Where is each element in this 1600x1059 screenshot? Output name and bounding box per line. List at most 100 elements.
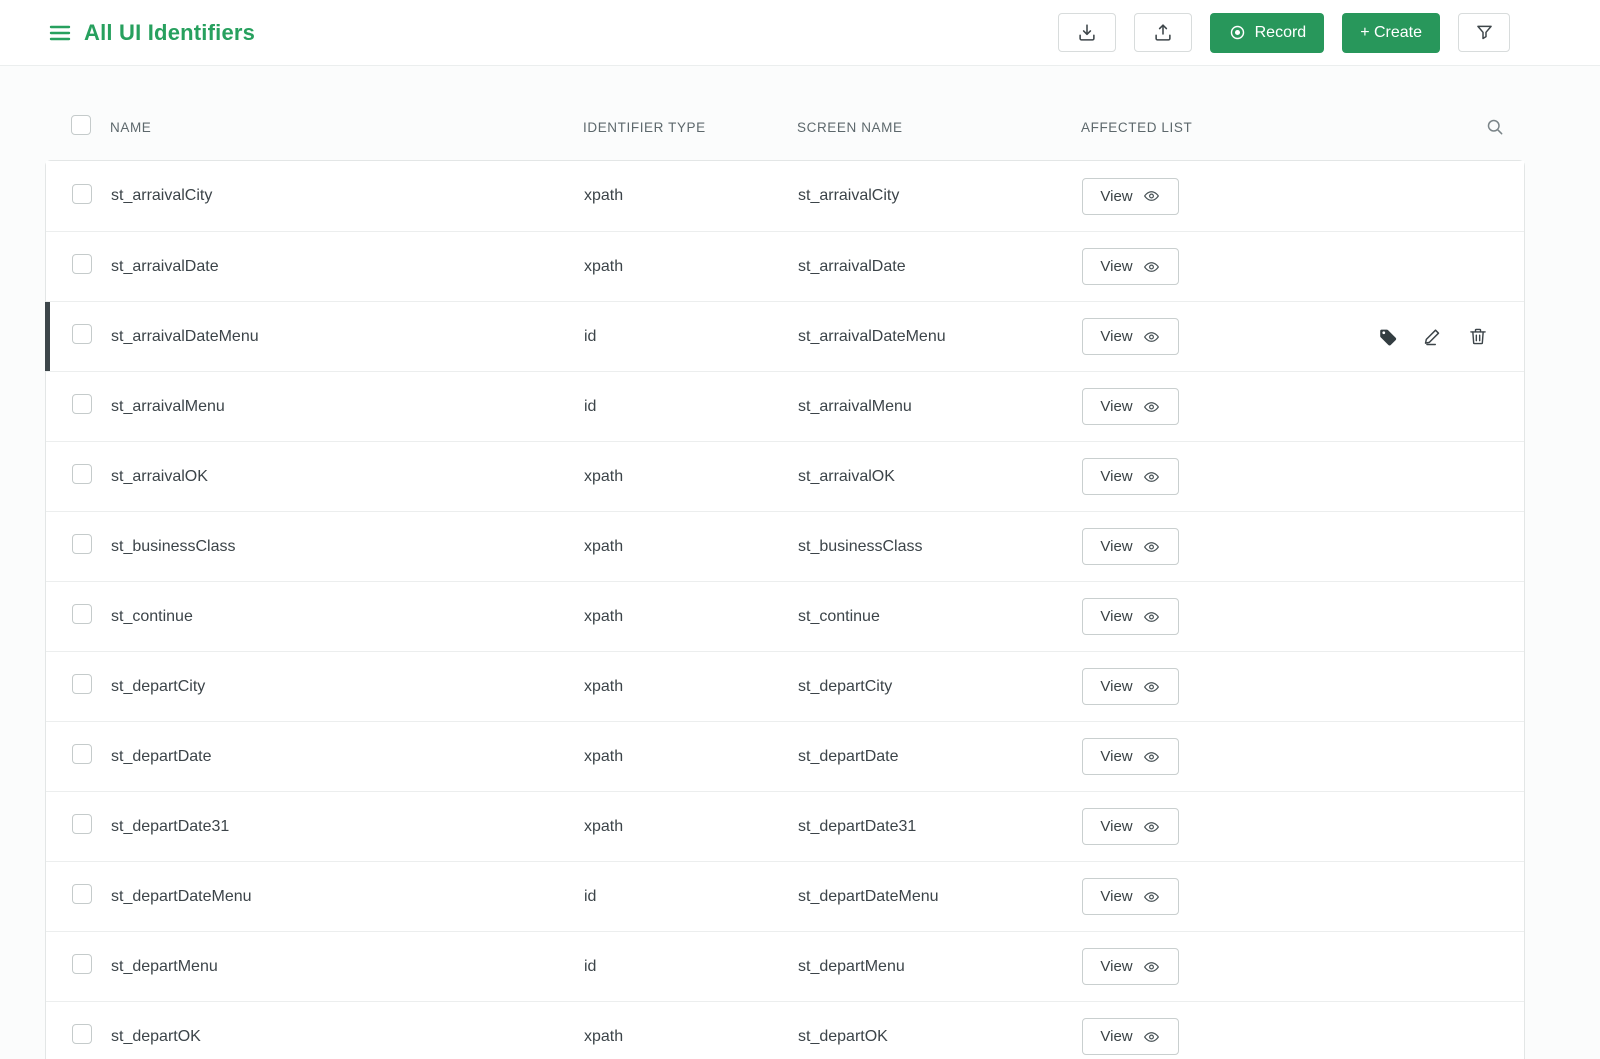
table-row[interactable]: st_departDate31 xpath st_departDate31 Vi… [46, 791, 1524, 861]
search-button[interactable] [1485, 117, 1505, 137]
eye-icon [1143, 611, 1159, 622]
row-checkbox[interactable] [72, 674, 92, 694]
checkbox-cell [46, 814, 111, 839]
row-checkbox[interactable] [72, 604, 92, 624]
menu-icon[interactable] [48, 21, 72, 45]
edit-icon [1424, 329, 1440, 346]
column-identifier-type: IDENTIFIER TYPE [583, 119, 706, 135]
view-button-label: View [1100, 888, 1133, 905]
table-row[interactable]: st_departCity xpath st_departCity View [46, 651, 1524, 721]
identifier-type: id [584, 327, 597, 345]
identifier-type: xpath [584, 187, 624, 204]
create-button[interactable]: + Create [1342, 12, 1440, 53]
row-checkbox[interactable] [72, 884, 92, 904]
affected-list-cell: View [1082, 458, 1524, 495]
view-button[interactable]: View [1082, 738, 1179, 775]
affected-list-cell: View [1082, 318, 1524, 355]
topbar-actions: Record + Create [1057, 12, 1510, 53]
table-row[interactable]: st_arraivalCity xpath st_arraivalCity Vi… [46, 161, 1524, 231]
affected-list-cell: View [1082, 388, 1524, 425]
eye-icon [1143, 401, 1159, 412]
view-button-label: View [1100, 538, 1133, 555]
checkbox-cell [46, 254, 111, 279]
hamburger-icon [49, 25, 71, 40]
delete-button[interactable] [1468, 326, 1488, 347]
view-button-label: View [1100, 187, 1133, 205]
view-button-label: View [1100, 468, 1133, 485]
identifier-type: xpath [584, 537, 624, 555]
row-checkbox[interactable] [72, 464, 92, 484]
screen-name: st_arraivalDateMenu [798, 327, 946, 345]
view-button[interactable]: View [1082, 878, 1179, 915]
screen-name: st_arraivalDate [798, 257, 906, 275]
tag-button[interactable] [1377, 326, 1399, 348]
affected-list-cell: View [1082, 598, 1524, 635]
table-row[interactable]: st_arraivalDate xpath st_arraivalDate Vi… [46, 231, 1524, 301]
view-button[interactable]: View [1082, 528, 1179, 565]
row-checkbox[interactable] [72, 254, 92, 274]
checkbox-cell [46, 1024, 111, 1049]
row-checkbox[interactable] [72, 744, 92, 764]
screen-name: st_businessClass [798, 537, 923, 555]
identifier-name: st_arraivalMenu [111, 397, 225, 415]
affected-list-cell: View [1082, 668, 1524, 705]
checkbox-cell [46, 604, 111, 629]
edit-button[interactable] [1423, 326, 1444, 347]
publish-button[interactable] [1133, 13, 1192, 52]
view-button[interactable]: View [1082, 388, 1179, 425]
column-screen-name: SCREEN NAME [797, 119, 903, 135]
import-button[interactable] [1057, 13, 1116, 52]
page-title: All UI Identifiers [84, 19, 256, 45]
screen-name: st_departDateMenu [798, 887, 939, 905]
checkbox-cell [46, 324, 111, 349]
eye-icon [1143, 471, 1159, 482]
row-checkbox[interactable] [72, 324, 92, 344]
view-button[interactable]: View [1082, 948, 1179, 985]
checkbox-cell [46, 884, 111, 909]
table-row[interactable]: st_businessClass xpath st_businessClass … [46, 511, 1524, 581]
eye-icon [1143, 331, 1159, 342]
affected-list-cell: View [1082, 528, 1524, 565]
identifier-name: st_arraivalCity [111, 187, 213, 204]
table-row[interactable]: st_continue xpath st_continue View [46, 581, 1524, 651]
table-row[interactable]: st_arraivalOK xpath st_arraivalOK View [46, 441, 1524, 511]
view-button[interactable]: View [1082, 598, 1179, 635]
view-button[interactable]: View [1082, 177, 1179, 215]
eye-icon [1143, 891, 1159, 902]
record-button[interactable]: Record [1209, 12, 1325, 53]
table-row[interactable]: st_departMenu id st_departMenu View [46, 931, 1524, 1001]
eye-icon [1143, 821, 1159, 832]
identifier-name: st_arraivalDate [111, 257, 219, 275]
affected-list-cell: View [1082, 878, 1524, 915]
screen-name: st_departCity [798, 677, 893, 695]
table-row[interactable]: st_departDateMenu id st_departDateMenu V… [46, 861, 1524, 931]
identifier-type: xpath [584, 1027, 624, 1045]
checkbox-cell [46, 464, 111, 489]
table-row[interactable]: st_arraivalDateMenu id st_arraivalDateMe… [45, 301, 1524, 371]
filter-button[interactable] [1458, 13, 1510, 52]
screen-name: st_arraivalCity [798, 187, 900, 204]
view-button[interactable]: View [1082, 668, 1179, 705]
row-checkbox[interactable] [72, 394, 92, 414]
identifier-name: st_departDate31 [111, 817, 230, 835]
table-row[interactable]: st_departOK xpath st_departOK View [46, 1001, 1524, 1059]
view-button[interactable]: View [1082, 248, 1179, 285]
select-all-checkbox[interactable] [71, 114, 91, 135]
row-checkbox[interactable] [72, 183, 92, 204]
select-all-cell [45, 114, 110, 140]
table-row[interactable]: st_arraivalMenu id st_arraivalMenu View [46, 371, 1524, 441]
view-button[interactable]: View [1082, 318, 1179, 355]
view-button[interactable]: View [1082, 808, 1179, 845]
view-button[interactable]: View [1082, 458, 1179, 495]
eye-icon [1143, 261, 1159, 272]
table-row[interactable]: st_departDate xpath st_departDate View [46, 721, 1524, 791]
checkbox-cell [46, 744, 111, 769]
row-checkbox[interactable] [72, 954, 92, 974]
identifier-name: st_businessClass [111, 537, 236, 555]
row-checkbox[interactable] [72, 1024, 92, 1044]
row-checkbox[interactable] [72, 814, 92, 834]
view-button-label: View [1100, 258, 1133, 275]
row-checkbox[interactable] [72, 534, 92, 554]
identifier-type: xpath [584, 677, 624, 695]
view-button[interactable]: View [1082, 1018, 1179, 1055]
